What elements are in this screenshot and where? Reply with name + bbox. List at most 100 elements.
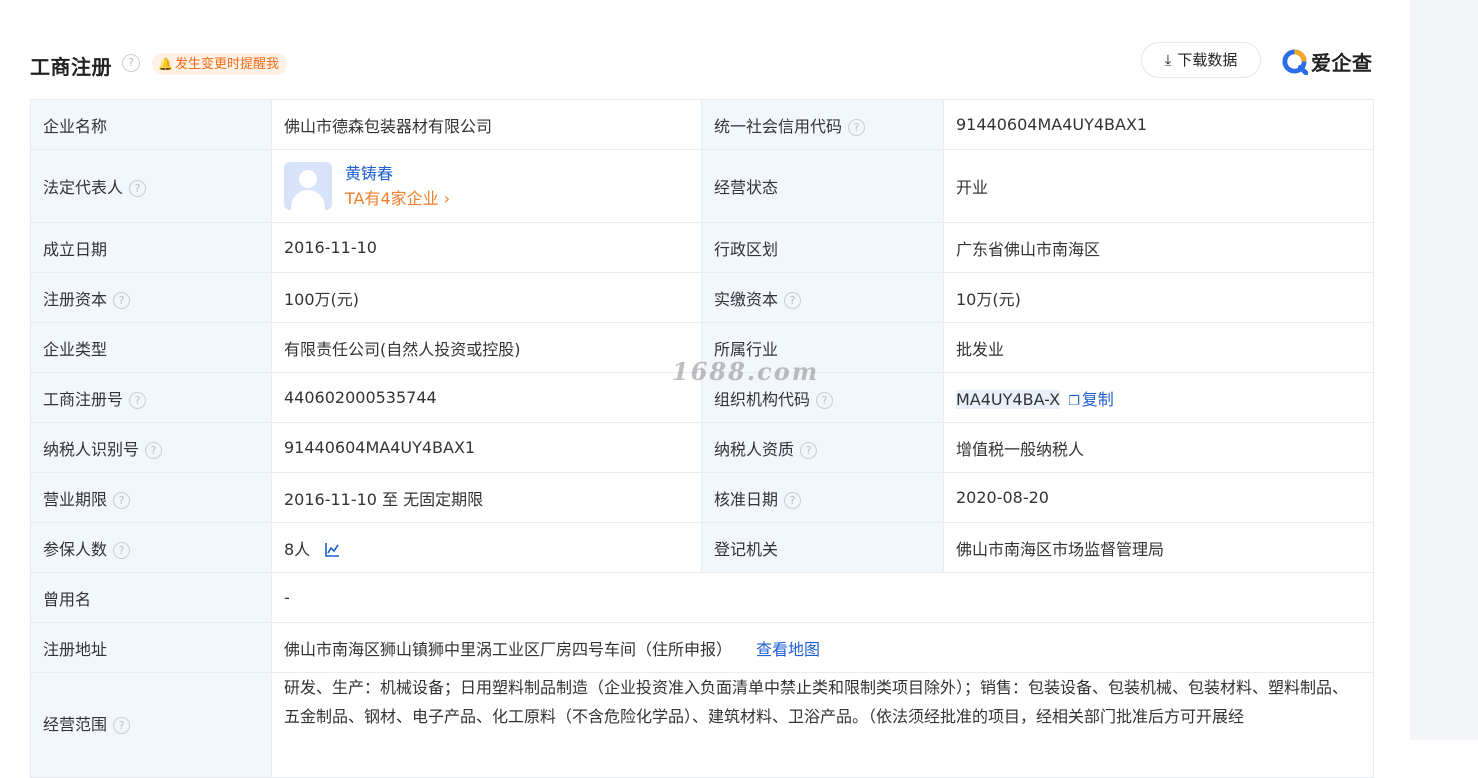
value-org-code: MA4UY4BA-X ❐ 复制 xyxy=(943,372,1374,423)
label-text: 纳税人识别号 xyxy=(43,439,140,459)
label-address: 注册地址 xyxy=(30,622,272,673)
value-reg-capital: 100万(元) xyxy=(271,272,702,323)
label-taxpayer-id: 纳税人识别号? xyxy=(30,422,272,473)
value-founded: 2016-11-10 xyxy=(271,222,702,273)
label-taxpayer-qual: 纳税人资质? xyxy=(701,422,944,473)
label-authority: 登记机关 xyxy=(701,522,944,573)
value-legal-rep: 黄铸春 TA有4家企业 › xyxy=(271,149,702,223)
help-icon[interactable]: ? xyxy=(145,441,163,459)
label-text: 注册资本 xyxy=(43,289,108,309)
avatar-icon[interactable] xyxy=(284,162,332,210)
label-paid-capital: 实缴资本? xyxy=(701,272,944,323)
label-text: 组织机构代码 xyxy=(714,389,811,409)
help-icon[interactable]: ? xyxy=(113,491,131,509)
table-row: 成立日期 2016-11-10 行政区划 广东省佛山市南海区 xyxy=(30,222,1374,273)
table-row: 纳税人识别号? 91440604MA4UY4BAX1 纳税人资质? 增值税一般纳… xyxy=(30,422,1374,473)
legal-rep-companies-text: TA有4家企业 xyxy=(345,189,439,208)
label-district: 行政区划 xyxy=(701,222,944,273)
value-industry: 批发业 xyxy=(943,322,1374,373)
section-header: 工商注册 ? 🔔 发生变更时提醒我 ⤓ 下载数据 爱企查 xyxy=(30,40,1373,86)
copy-icon: ❐ xyxy=(1068,393,1080,409)
value-company-type: 有限责任公司(自然人投资或控股) xyxy=(271,322,702,373)
registration-table: 企业名称 佛山市德森包装器材有限公司 统一社会信用代码? 91440604MA4… xyxy=(30,99,1374,778)
trend-chart-icon[interactable] xyxy=(324,542,340,558)
label-text: 核准日期 xyxy=(714,489,779,509)
value-term: 2016-11-10 至 无固定期限 xyxy=(271,472,702,523)
label-text: 法定代表人 xyxy=(43,178,124,197)
table-row: 法定代表人? 黄铸春 TA有4家企业 › 经营状态 开业 xyxy=(30,149,1374,223)
right-sidebar-strip xyxy=(1410,0,1478,740)
value-address: 佛山市南海区狮山镇狮中里涡工业区厂房四号车间（住所申报） 查看地图 xyxy=(271,622,1374,673)
download-icon: ⤓ xyxy=(1164,51,1172,69)
value-approval-date: 2020-08-20 xyxy=(943,472,1374,523)
value-status: 开业 xyxy=(943,149,1374,223)
table-row: 企业名称 佛山市德森包装器材有限公司 统一社会信用代码? 91440604MA4… xyxy=(30,99,1374,150)
help-icon[interactable]: ? xyxy=(113,541,131,559)
label-company-type: 企业类型 xyxy=(30,322,272,373)
value-reg-number: 440602000535744 xyxy=(271,372,702,423)
label-reg-number: 工商注册号? xyxy=(30,372,272,423)
help-icon[interactable]: ? xyxy=(113,717,131,734)
change-remind-button[interactable]: 🔔 发生变更时提醒我 xyxy=(152,53,287,75)
label-scope: 经营范围? xyxy=(30,672,272,778)
value-authority: 佛山市南海区市场监督管理局 xyxy=(943,522,1374,573)
remind-label: 发生变更时提醒我 xyxy=(174,57,279,72)
help-icon[interactable]: ? xyxy=(800,441,818,459)
label-text: 工商注册号 xyxy=(43,389,124,409)
legal-rep-name-link[interactable]: 黄铸春 xyxy=(345,161,450,186)
label-text: 纳税人资质 xyxy=(714,439,795,459)
help-icon[interactable]: ? xyxy=(129,180,147,197)
label-status: 经营状态 xyxy=(701,149,944,223)
label-founded: 成立日期 xyxy=(30,222,272,273)
table-row: 注册资本? 100万(元) 实缴资本? 10万(元) xyxy=(30,272,1374,323)
table-row: 营业期限? 2016-11-10 至 无固定期限 核准日期? 2020-08-2… xyxy=(30,472,1374,523)
label-text: 统一社会信用代码 xyxy=(714,116,843,136)
value-scope: 研发、生产：机械设备；日用塑料制品制造（企业投资准入负面清单中禁止类和限制类项目… xyxy=(271,672,1374,778)
download-label: 下载数据 xyxy=(1177,51,1238,69)
brand-logo-icon xyxy=(1282,48,1308,75)
help-icon[interactable]: ? xyxy=(784,491,802,509)
brand-name: 爱企查 xyxy=(1311,50,1373,75)
help-icon[interactable]: ? xyxy=(113,291,131,309)
value-paid-capital: 10万(元) xyxy=(943,272,1374,323)
label-text: 经营范围 xyxy=(43,715,108,734)
download-data-button[interactable]: ⤓ 下载数据 xyxy=(1141,42,1261,78)
help-icon[interactable]: ? xyxy=(784,291,802,309)
value-district: 广东省佛山市南海区 xyxy=(943,222,1374,273)
table-row: 注册地址 佛山市南海区狮山镇狮中里涡工业区厂房四号车间（住所申报） 查看地图 xyxy=(30,622,1374,673)
label-text: 实缴资本 xyxy=(714,289,779,309)
help-icon[interactable]: ? xyxy=(122,54,140,72)
watermark: 1688.com xyxy=(672,357,820,386)
label-term: 营业期限? xyxy=(30,472,272,523)
table-row: 经营范围? 研发、生产：机械设备；日用塑料制品制造（企业投资准入负面清单中禁止类… xyxy=(30,672,1374,778)
label-legal-rep: 法定代表人? xyxy=(30,149,272,223)
label-reg-capital: 注册资本? xyxy=(30,272,272,323)
insured-count: 8人 xyxy=(284,539,311,559)
table-row: 曾用名 - xyxy=(30,572,1374,623)
chevron-right-icon: › xyxy=(438,189,451,208)
label-text: 参保人数 xyxy=(43,539,108,559)
address-text: 佛山市南海区狮山镇狮中里涡工业区厂房四号车间（住所申报） xyxy=(284,639,733,659)
org-code-text[interactable]: MA4UY4BA-X xyxy=(956,389,1061,409)
label-company-name: 企业名称 xyxy=(30,99,272,150)
value-credit-code: 91440604MA4UY4BAX1 xyxy=(943,99,1374,150)
bell-icon: 🔔 xyxy=(158,57,173,71)
help-icon[interactable]: ? xyxy=(848,118,866,136)
legal-rep-companies-link[interactable]: TA有4家企业 › xyxy=(345,186,450,211)
value-insured: 8人 xyxy=(271,522,702,573)
brand-logo: 爱企查 xyxy=(1281,46,1373,76)
section-title: 工商注册 xyxy=(30,55,112,79)
label-former-name: 曾用名 xyxy=(30,572,272,623)
value-former-name: - xyxy=(271,572,1374,623)
view-map-link[interactable]: 查看地图 xyxy=(756,640,820,659)
value-company-name: 佛山市德森包装器材有限公司 xyxy=(271,99,702,150)
table-row: 参保人数? 8人 登记机关 佛山市南海区市场监督管理局 xyxy=(30,522,1374,573)
copy-button[interactable]: ❐ 复制 xyxy=(1068,390,1114,409)
label-approval-date: 核准日期? xyxy=(701,472,944,523)
label-text: 营业期限 xyxy=(43,489,108,509)
help-icon[interactable]: ? xyxy=(816,391,834,409)
label-credit-code: 统一社会信用代码? xyxy=(701,99,944,150)
copy-label: 复制 xyxy=(1081,389,1114,409)
label-insured: 参保人数? xyxy=(30,522,272,573)
help-icon[interactable]: ? xyxy=(129,391,147,409)
